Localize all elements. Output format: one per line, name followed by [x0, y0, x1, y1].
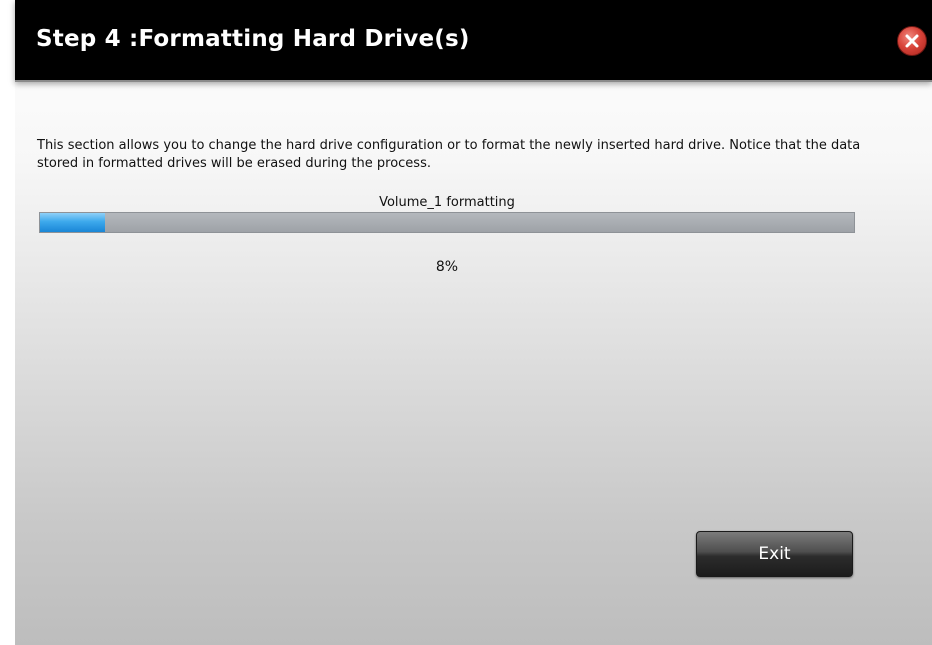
format-dialog: Step 4 :Formatting Hard Drive(s) This se… — [15, 0, 932, 645]
progress-bar — [39, 212, 855, 233]
close-icon — [905, 34, 919, 48]
progress-label: Volume_1 formatting — [379, 195, 515, 210]
close-button[interactable] — [897, 26, 927, 56]
dialog-titlebar: Step 4 :Formatting Hard Drive(s) — [15, 0, 932, 82]
dialog-title: Step 4 :Formatting Hard Drive(s) — [36, 26, 470, 52]
section-description: This section allows you to change the ha… — [37, 138, 861, 171]
progress-bar-fill — [40, 213, 106, 232]
exit-button[interactable]: Exit — [696, 531, 853, 577]
progress-percent: 8% — [435, 259, 459, 275]
